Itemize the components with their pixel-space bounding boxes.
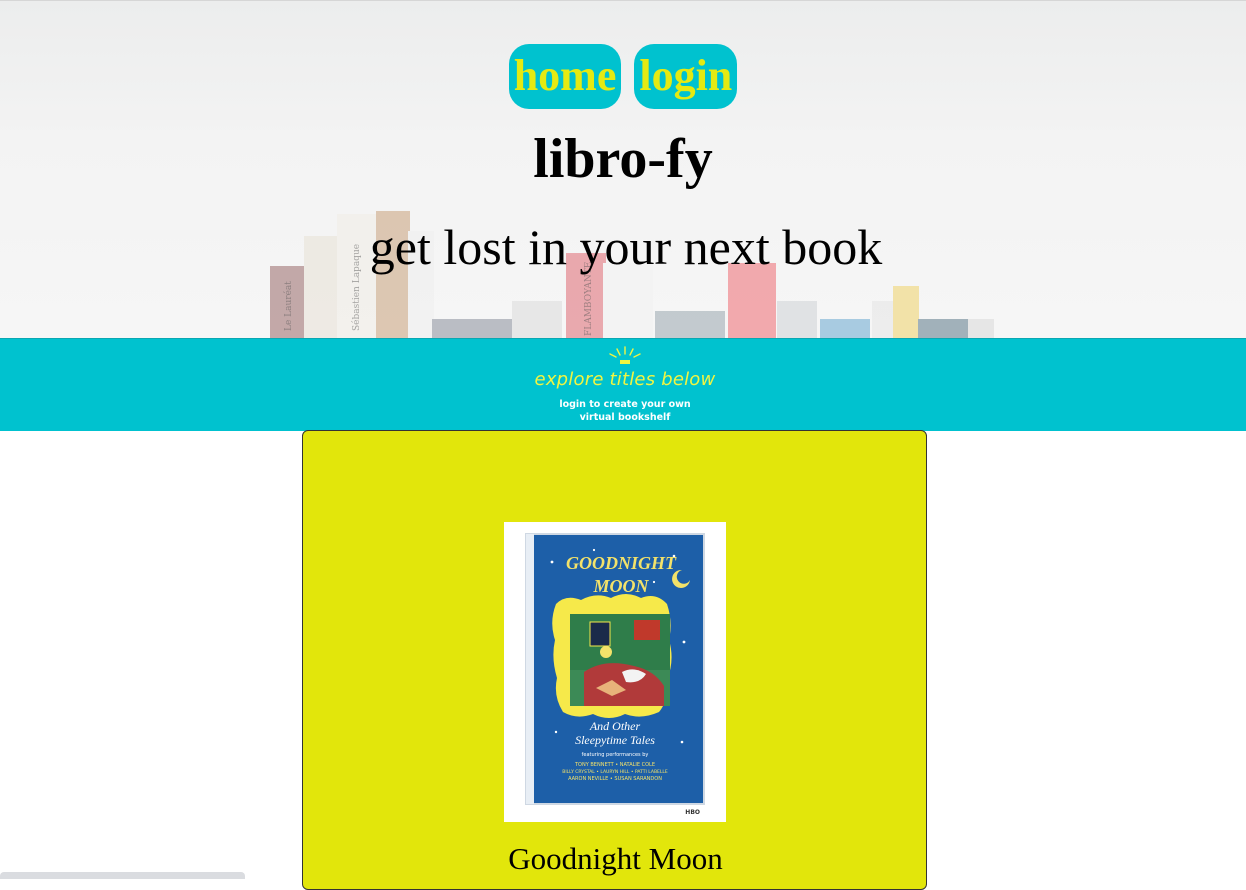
book-cover-image[interactable]: GOODNIGHT MOON And Other Sleepytime Tale… xyxy=(504,522,726,822)
cover-credits-line2: BILLY CRYSTAL • LAURYN HILL • PATTI LABE… xyxy=(562,769,668,775)
cover-featuring: featuring performances by xyxy=(582,752,649,758)
goodnight-moon-cover-art: GOODNIGHT MOON And Other Sleepytime Tale… xyxy=(525,533,705,816)
sunrise-icon xyxy=(609,346,641,364)
shelf-spine-text: Le Lauréat xyxy=(283,281,294,331)
site-title: libro-fy xyxy=(533,128,713,190)
book-title[interactable]: Goodnight Moon xyxy=(303,839,928,879)
banner-heading: explore titles below xyxy=(534,369,716,390)
book-card[interactable]: GOODNIGHT MOON And Other Sleepytime Tale… xyxy=(302,430,927,890)
site-tagline: get lost in your next book xyxy=(369,219,883,275)
hero-header: Sébastien Lapaque FLAMBOYANTE Le Lauréat… xyxy=(0,0,1246,339)
cover-brand-logo: HBO xyxy=(685,809,700,816)
cover-credits-line3: AARON NEVILLE • SUSAN SARANDON xyxy=(568,776,662,782)
top-navigation: home login xyxy=(0,44,1246,109)
cover-credits-line1: TONY BENNETT • NATALIE COLE xyxy=(574,762,655,768)
cover-title-line1: GOODNIGHT xyxy=(566,553,677,573)
banner-subtext: login to create your own virtual bookshe… xyxy=(559,399,691,423)
home-button[interactable]: home xyxy=(508,44,622,109)
cover-subtitle-line2: Sleepytime Tales xyxy=(575,733,655,747)
cover-subtitle-line1: And Other xyxy=(589,719,641,733)
login-button[interactable]: login xyxy=(634,44,738,109)
explore-banner: explore titles below login to create you… xyxy=(0,338,1246,431)
cover-title-line2: MOON xyxy=(592,576,649,596)
horizontal-scrollbar[interactable] xyxy=(0,872,245,879)
